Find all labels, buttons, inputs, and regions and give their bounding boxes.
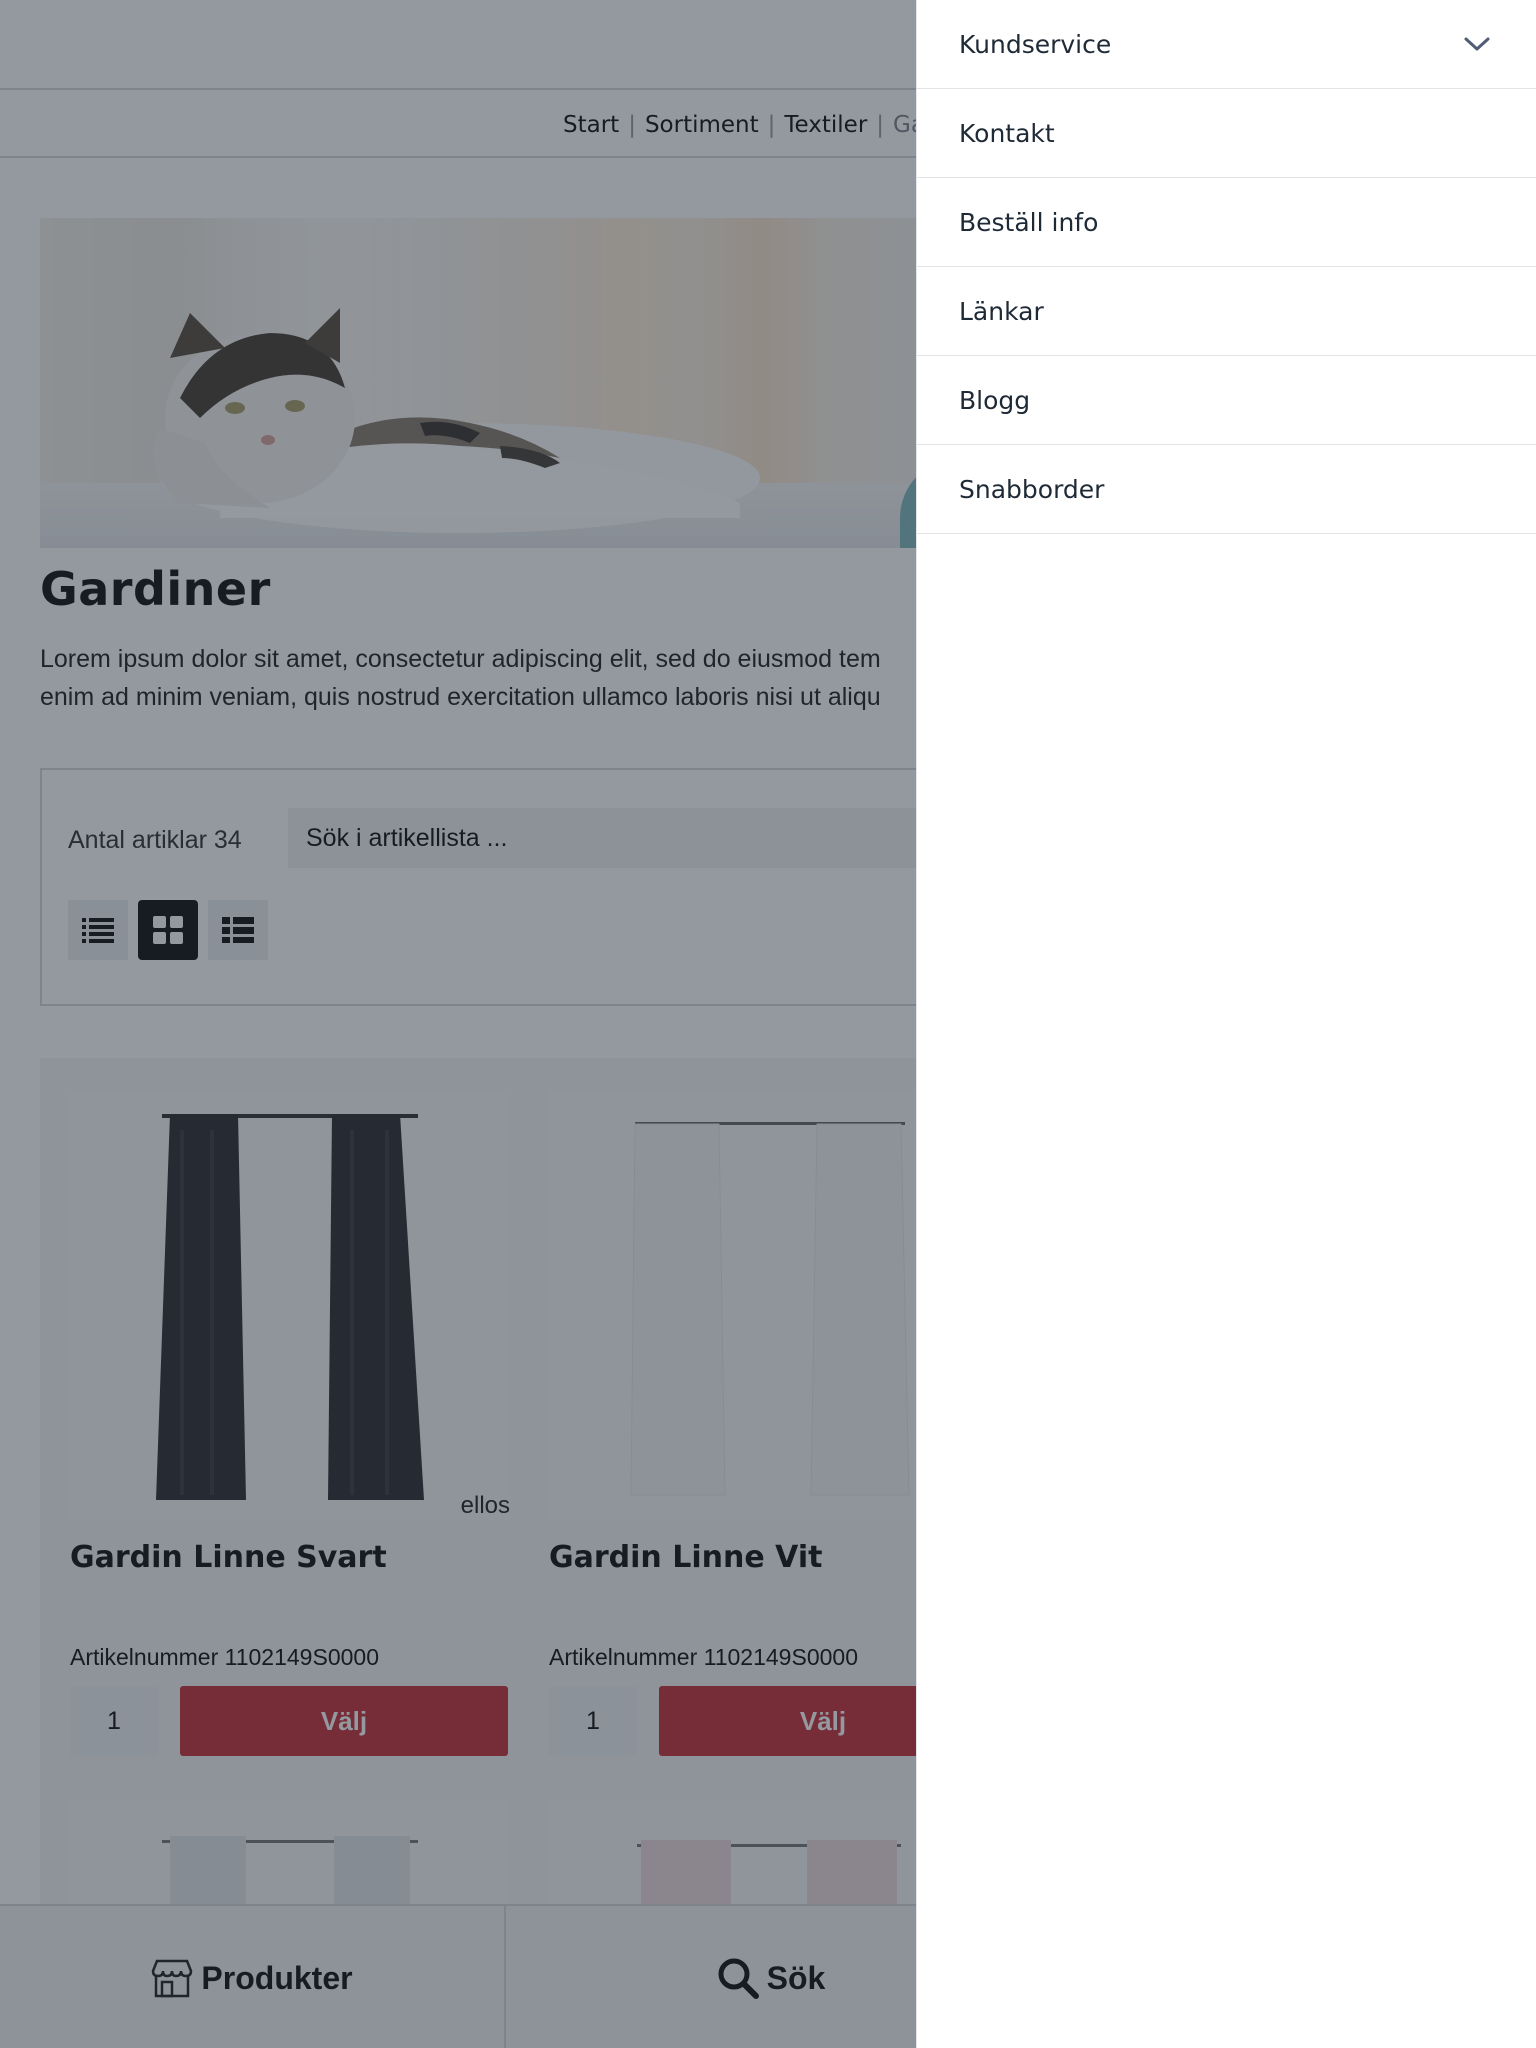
menu-item-label: Kontakt <box>959 118 1055 148</box>
menu-item-bestall-info[interactable]: Beställ info <box>917 178 1536 267</box>
menu-item-label: Snabborder <box>959 474 1105 504</box>
menu-item-kontakt[interactable]: Kontakt <box>917 89 1536 178</box>
menu-item-lankar[interactable]: Länkar <box>917 267 1536 356</box>
menu-item-label: Beställ info <box>959 207 1099 237</box>
menu-item-label: Kundservice <box>959 29 1112 59</box>
menu-item-blogg[interactable]: Blogg <box>917 356 1536 445</box>
menu-item-kundservice[interactable]: Kundservice <box>917 0 1536 89</box>
menu-item-label: Länkar <box>959 296 1044 326</box>
chevron-down-icon[interactable] <box>1461 28 1493 60</box>
side-menu-drawer: Kundservice Kontakt Beställ info Länkar … <box>916 0 1536 2048</box>
menu-item-label: Blogg <box>959 385 1031 415</box>
menu-item-snabborder[interactable]: Snabborder <box>917 445 1536 534</box>
